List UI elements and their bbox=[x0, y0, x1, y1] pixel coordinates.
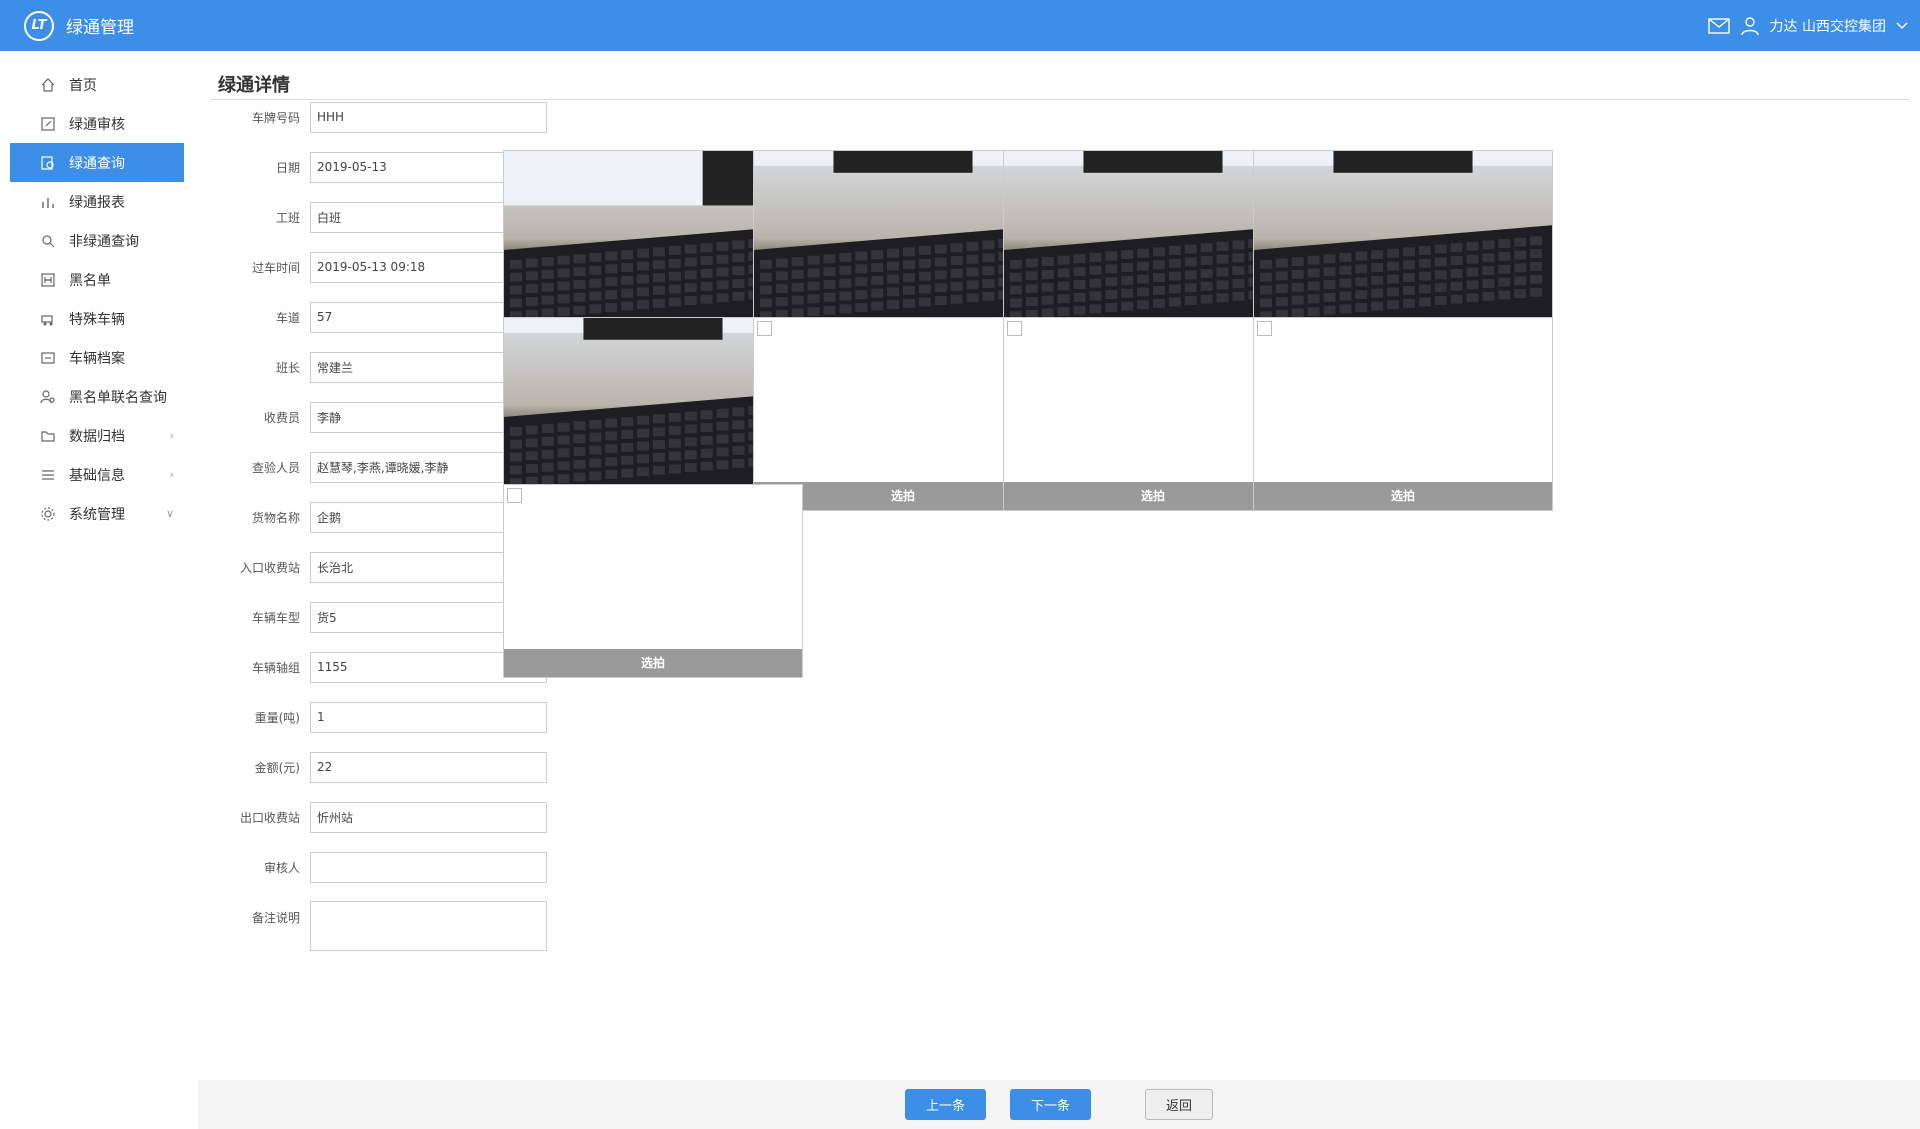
sidebar-item-label: 黑名单 bbox=[69, 272, 111, 289]
field-label: 日期 bbox=[275, 160, 300, 175]
field-label: 重量(吨) bbox=[254, 710, 300, 725]
sidebar-item[interactable]: 数据归档 › bbox=[10, 416, 184, 455]
app-title: 绿通管理 bbox=[66, 18, 134, 38]
field-label: 货物名称 bbox=[251, 510, 300, 525]
query-icon bbox=[39, 232, 57, 250]
sidebar-item[interactable]: 特殊车辆 bbox=[10, 299, 184, 338]
field-input[interactable] bbox=[310, 801, 547, 833]
main-content: 绿通详情 车牌号码日期工班过车时间车道班长收费员查验人员货物名称入口收费站车辆车… bbox=[198, 51, 1920, 1129]
form-row: 出口收费站 bbox=[198, 801, 558, 833]
field-label: 收费员 bbox=[263, 410, 300, 425]
sidebar: 首页 绿通审核 绿通查询 绿通报表 非绿通查询 黑名单 特殊车辆 车辆档案 黑名单联名查询 数据归… bbox=[0, 51, 198, 1129]
sidebar-item-label: 绿通报表 bbox=[69, 194, 125, 211]
search-doc-icon bbox=[39, 154, 57, 172]
sidebar-item-label: 黑名单联名查询 bbox=[69, 389, 167, 406]
photo-checkbox[interactable] bbox=[507, 488, 522, 503]
logo: LT 绿通管理 bbox=[24, 10, 134, 41]
report-icon bbox=[39, 193, 57, 211]
archive-icon bbox=[39, 349, 57, 367]
field-label: 车辆轴组 bbox=[251, 660, 300, 675]
field-label: 出口收费站 bbox=[239, 810, 300, 825]
sidebar-item[interactable]: 车辆档案 bbox=[10, 338, 184, 377]
sidebar-item-label: 首页 bbox=[69, 77, 97, 94]
user-icon[interactable] bbox=[1740, 16, 1760, 36]
field-input[interactable] bbox=[310, 851, 547, 883]
field-label: 过车时间 bbox=[251, 260, 300, 275]
sidebar-item[interactable]: 黑名单 bbox=[10, 260, 184, 299]
form-row: 车牌号码 bbox=[198, 101, 558, 133]
photo-checkbox[interactable] bbox=[1007, 321, 1022, 336]
title-divider bbox=[210, 99, 1910, 100]
sidebar-item-label: 车辆档案 bbox=[69, 350, 125, 367]
vehicle-icon bbox=[39, 310, 57, 328]
field-label: 查验人员 bbox=[251, 460, 300, 475]
photo-thumbnail[interactable]: 特定位置 bbox=[1253, 150, 1553, 344]
edit-icon bbox=[39, 115, 57, 133]
field-label: 备注说明 bbox=[251, 911, 300, 925]
field-label: 车道 bbox=[275, 310, 300, 325]
prev-button[interactable]: 上一条 bbox=[905, 1089, 986, 1120]
sidebar-item[interactable]: 绿通查询 bbox=[10, 143, 184, 182]
form-row: 审核人 bbox=[198, 851, 558, 883]
chevron-down-icon: ∨ bbox=[165, 507, 174, 520]
field-input[interactable] bbox=[310, 101, 547, 133]
top-bar: LT 绿通管理 力达 山西交控集团 bbox=[0, 0, 1920, 51]
footer-bar: 上一条 下一条 返回 bbox=[198, 1080, 1920, 1129]
field-label: 车辆车型 bbox=[251, 610, 300, 625]
photo-slot-empty[interactable]: 选拍 bbox=[503, 484, 803, 678]
mail-icon[interactable] bbox=[1707, 17, 1730, 34]
form-row: 重量(吨) bbox=[198, 701, 558, 733]
sidebar-item-label: 数据归档 bbox=[69, 428, 125, 445]
field-label: 车牌号码 bbox=[251, 110, 300, 125]
chevron-right-icon: › bbox=[169, 468, 174, 481]
field-label: 金额(元) bbox=[254, 760, 300, 775]
sidebar-item-label: 绿通查询 bbox=[69, 155, 125, 172]
photo-checkbox[interactable] bbox=[1257, 321, 1272, 336]
user-search-icon bbox=[39, 388, 57, 406]
field-label: 审核人 bbox=[263, 860, 300, 875]
folder-icon bbox=[39, 427, 57, 445]
field-label: 班长 bbox=[275, 360, 300, 375]
photo-caption: 选拍 bbox=[504, 649, 802, 677]
field-input[interactable] bbox=[310, 701, 547, 733]
field-input[interactable] bbox=[310, 901, 547, 951]
sidebar-item[interactable]: 首页 bbox=[10, 65, 184, 104]
sidebar-item-label: 基础信息 bbox=[69, 467, 125, 484]
next-button[interactable]: 下一条 bbox=[1010, 1089, 1091, 1120]
back-button[interactable]: 返回 bbox=[1145, 1089, 1213, 1120]
form-row: 金额(元) bbox=[198, 751, 558, 783]
sidebar-item-label: 绿通审核 bbox=[69, 116, 125, 133]
sidebar-item-label: 非绿通查询 bbox=[69, 233, 139, 250]
list-icon bbox=[39, 466, 57, 484]
photo-slot-empty[interactable]: 选拍 bbox=[1253, 317, 1553, 511]
logo-icon: LT bbox=[24, 10, 54, 41]
chevron-right-icon: › bbox=[169, 429, 174, 442]
form-row: 备注说明 bbox=[198, 901, 558, 951]
chevron-down-icon[interactable] bbox=[1896, 21, 1908, 30]
field-input[interactable] bbox=[310, 751, 547, 783]
sidebar-item[interactable]: 非绿通查询 bbox=[10, 221, 184, 260]
field-label: 工班 bbox=[275, 210, 300, 225]
sidebar-item[interactable]: 绿通审核 bbox=[10, 104, 184, 143]
field-label: 入口收费站 bbox=[239, 560, 300, 575]
sidebar-item[interactable]: 系统管理 ∨ bbox=[10, 494, 184, 533]
photo-checkbox[interactable] bbox=[757, 321, 772, 336]
sidebar-item[interactable]: 绿通报表 bbox=[10, 182, 184, 221]
gear-icon bbox=[39, 505, 57, 523]
sidebar-item[interactable]: 基础信息 › bbox=[10, 455, 184, 494]
home-icon bbox=[39, 76, 57, 94]
sidebar-item-label: 系统管理 bbox=[69, 506, 125, 523]
sidebar-item[interactable]: 黑名单联名查询 bbox=[10, 377, 184, 416]
blacklist-icon bbox=[39, 271, 57, 289]
user-name[interactable]: 力达 山西交控集团 bbox=[1770, 16, 1886, 36]
sidebar-item-label: 特殊车辆 bbox=[69, 311, 125, 328]
page-title: 绿通详情 bbox=[218, 75, 290, 96]
photo-caption: 选拍 bbox=[1254, 482, 1552, 510]
